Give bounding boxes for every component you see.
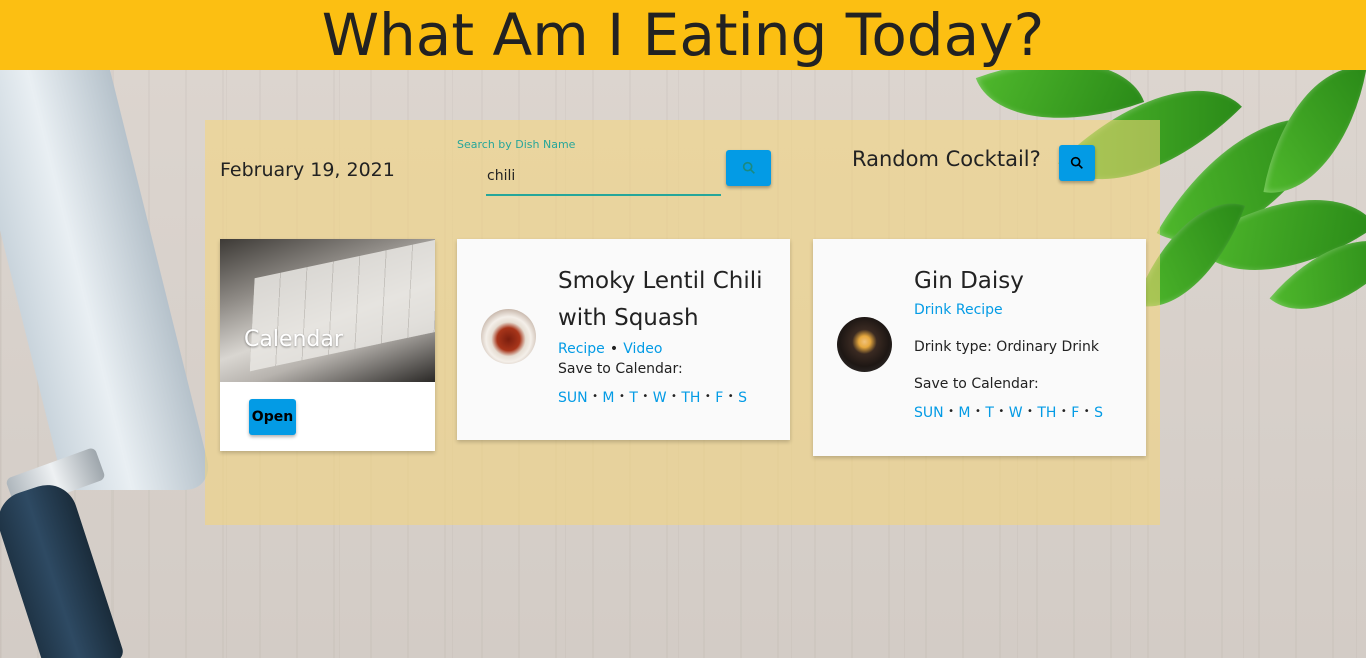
recipe-card: Smoky Lentil Chili with Squash Recipe • … [457, 239, 790, 440]
drink-save-label: Save to Calendar: [914, 376, 1039, 392]
search-button[interactable] [726, 150, 771, 186]
current-date: February 19, 2021 [220, 159, 395, 181]
calendar-title: Calendar [244, 327, 343, 352]
drink-recipe-link[interactable]: Drink Recipe [914, 302, 1003, 318]
recipe-day-sun[interactable]: SUN [558, 390, 588, 406]
drink-card: Gin Daisy Drink Recipe Drink type: Ordin… [813, 239, 1146, 456]
search-icon [1070, 156, 1083, 169]
calendar-image: Calendar [220, 239, 435, 382]
recipe-day-m[interactable]: M [602, 390, 614, 406]
app-header: What Am I Eating Today? [0, 0, 1366, 70]
drink-day-f[interactable]: F [1071, 405, 1079, 421]
calendar-card: Calendar Open [220, 239, 435, 451]
recipe-day-t[interactable]: T [629, 390, 638, 406]
recipe-day-links: SUN • M • T • W • TH • F • S [558, 390, 748, 406]
knife-blade-decoration [0, 70, 215, 490]
drink-day-sun[interactable]: SUN [914, 405, 944, 421]
video-link[interactable]: Video [623, 341, 662, 357]
recipe-day-th[interactable]: TH [681, 390, 700, 406]
link-separator: • [609, 341, 619, 357]
open-calendar-button[interactable]: Open [249, 399, 296, 435]
search-label: Search by Dish Name [457, 138, 576, 151]
drink-day-s[interactable]: S [1094, 405, 1103, 421]
recipe-save-label: Save to Calendar: [558, 361, 683, 377]
recipe-day-f[interactable]: F [715, 390, 723, 406]
drink-day-t[interactable]: T [985, 405, 994, 421]
recipe-title-line2: with Squash [558, 305, 699, 331]
recipe-link[interactable]: Recipe [558, 341, 605, 357]
drink-type: Drink type: Ordinary Drink [914, 339, 1099, 355]
random-cocktail-label: Random Cocktail? [852, 147, 1041, 171]
recipe-thumbnail [481, 309, 536, 364]
app-title: What Am I Eating Today? [321, 1, 1045, 69]
recipe-title-line1: Smoky Lentil Chili [558, 268, 763, 294]
drink-day-links: SUN • M • T • W • TH • F • S [914, 405, 1104, 421]
search-icon [742, 161, 755, 174]
drink-title: Gin Daisy [914, 268, 1024, 294]
random-cocktail-button[interactable] [1059, 145, 1095, 181]
drink-day-w[interactable]: W [1009, 405, 1023, 421]
recipe-day-s[interactable]: S [738, 390, 747, 406]
open-button-label: Open [251, 409, 294, 425]
drink-day-m[interactable]: M [958, 405, 970, 421]
search-input[interactable] [486, 158, 721, 196]
recipe-day-w[interactable]: W [653, 390, 667, 406]
drink-thumbnail [837, 317, 892, 372]
drink-day-th[interactable]: TH [1037, 405, 1056, 421]
knife-handle-decoration [0, 477, 126, 658]
